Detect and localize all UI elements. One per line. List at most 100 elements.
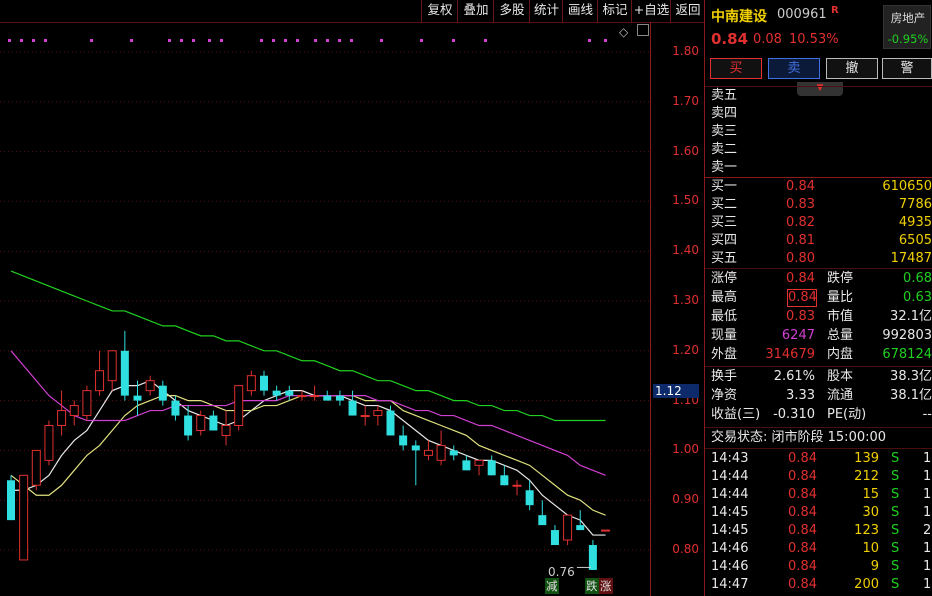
y-tick-label: 0.80 — [672, 542, 699, 556]
sell-level-4: 卖四 — [711, 106, 738, 121]
candle-body — [158, 385, 167, 401]
signal-dot — [32, 39, 35, 42]
candle-body — [246, 375, 256, 392]
candle-body — [323, 395, 332, 401]
candle-body — [184, 415, 193, 436]
stock-code: 000961 — [777, 7, 827, 22]
candle-body — [576, 525, 585, 531]
tick-price: 0.84 — [788, 469, 817, 484]
stat-value: 314679 — [765, 347, 815, 362]
stat-label: 最高 — [711, 290, 738, 305]
tick-count: 1 — [923, 469, 932, 484]
tick-count: 1 — [923, 577, 932, 592]
last-price: 0.84 — [711, 30, 749, 48]
trade-status: 交易状态: 闭市阶段 15:00:00 — [711, 430, 887, 445]
tick-price: 0.84 — [788, 577, 817, 592]
candle-body — [133, 395, 142, 401]
signal-dot — [452, 39, 455, 42]
signal-dot — [338, 39, 341, 42]
bid-price: 0.83 — [786, 197, 815, 212]
tick-price: 0.84 — [788, 541, 817, 556]
fund-value: -0.310 — [773, 407, 815, 422]
candle-body — [272, 390, 281, 396]
draw-line-button[interactable]: 画线 — [562, 0, 598, 22]
tick-volume: 139 — [854, 451, 879, 466]
low-price-label: 0.76 — [548, 565, 575, 579]
y-tick-label: 1.60 — [672, 143, 699, 158]
stat-value: 0.68 — [903, 271, 932, 286]
diamond-icon[interactable]: ◇ — [619, 25, 628, 39]
bid-label: 买四 — [711, 233, 738, 248]
tick-side: S — [891, 469, 900, 484]
candle-body — [449, 450, 458, 456]
statistics-button[interactable]: 统计 — [529, 0, 563, 22]
tick-volume: 123 — [854, 523, 879, 538]
buy-button[interactable]: 买 — [710, 58, 762, 79]
stat-value: 0.84 — [787, 289, 817, 307]
alert-button[interactable]: 警 — [882, 58, 932, 79]
ma-line-ma5 — [11, 379, 606, 536]
tick-price: 0.84 — [788, 505, 817, 520]
signal-tag-reduce: 减 — [545, 578, 559, 594]
candle-body — [19, 474, 29, 561]
tick-time: 14:46 — [711, 541, 749, 556]
stat-value: 6247 — [781, 328, 815, 343]
tick-count: 1 — [923, 505, 932, 520]
overlay-button[interactable]: 叠加 — [457, 0, 494, 22]
candle-body — [423, 449, 433, 456]
add-watchlist-button[interactable]: +自选 — [631, 0, 671, 22]
candle-body — [234, 385, 244, 427]
bid-label: 买五 — [711, 251, 738, 266]
tick-volume: 15 — [862, 487, 879, 502]
signal-dot — [220, 39, 223, 42]
tick-volume: 200 — [854, 577, 879, 592]
restore-rights-button[interactable]: 复权 — [421, 0, 458, 22]
bid-volume: 17487 — [890, 251, 932, 266]
multi-stock-button[interactable]: 多股 — [493, 0, 530, 22]
candle-body — [7, 480, 15, 521]
candle-body — [57, 410, 67, 426]
candle-body — [221, 425, 231, 436]
cancel-order-button[interactable]: 撤 — [826, 58, 878, 79]
signal-dot — [314, 39, 317, 42]
fund-value: -- — [922, 407, 932, 422]
sell-level-5: 卖五 — [711, 88, 738, 103]
sector-name: 房地产 — [890, 11, 926, 25]
kline-chart[interactable] — [0, 22, 650, 596]
candle-body — [44, 425, 54, 461]
price-change-percent: 10.53% — [789, 32, 839, 47]
y-tick-label: 1.20 — [672, 342, 699, 357]
candle-body — [601, 529, 611, 532]
fund-label: 换手 — [711, 369, 738, 384]
tick-time: 14:45 — [711, 523, 749, 538]
candle-body — [538, 515, 547, 526]
mark-button[interactable]: 标记 — [597, 0, 632, 22]
back-button[interactable]: 返回 — [670, 0, 705, 22]
sell-button[interactable]: 卖 — [768, 58, 820, 79]
tick-side: S — [891, 487, 900, 502]
sector-change: -0.95% — [887, 32, 929, 46]
stat-label: 跌停 — [827, 271, 854, 286]
fund-value: 38.1亿 — [890, 388, 932, 403]
candle-body — [386, 410, 395, 436]
stat-label: 外盘 — [711, 347, 738, 362]
tick-count: 1 — [923, 559, 932, 574]
stat-label: 总量 — [827, 328, 854, 343]
tick-side: S — [891, 559, 900, 574]
stat-value: 0.83 — [786, 309, 815, 324]
fund-value: 38.3亿 — [890, 369, 932, 384]
chart-settings-box[interactable] — [637, 24, 649, 36]
y-tick-label: 1.70 — [672, 93, 699, 108]
candle-body — [310, 395, 320, 398]
chart-toolbar: 复权 叠加 多股 统计 画线 标记 +自选 返回 — [0, 0, 704, 23]
tick-side: S — [891, 505, 900, 520]
current-price-marker: 1.12 — [653, 383, 699, 398]
sector-box[interactable]: 房地产 -0.95% — [883, 5, 931, 49]
kline-svg[interactable] — [0, 22, 650, 596]
chevron-down-icon[interactable]: ▼ — [797, 82, 843, 96]
bid-label: 买二 — [711, 197, 738, 212]
candle-body — [360, 415, 370, 418]
tick-time: 14:44 — [711, 487, 749, 502]
bid-price: 0.81 — [786, 233, 815, 248]
y-tick-label: 1.30 — [672, 293, 699, 307]
